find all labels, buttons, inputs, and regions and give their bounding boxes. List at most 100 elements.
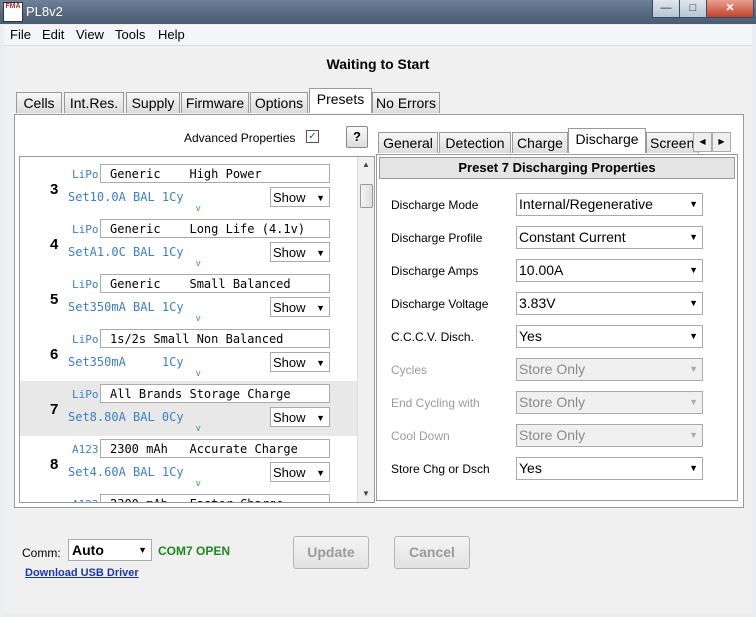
subtab-screen[interactable]: Screen: [646, 132, 699, 153]
menu-tools[interactable]: Tools: [115, 27, 145, 42]
preset-number: 5: [50, 291, 59, 308]
scroll-down-icon[interactable]: ▼: [358, 486, 374, 502]
preset-show-value: Show: [273, 190, 306, 205]
property-label: Discharge Profile: [391, 231, 483, 245]
close-icon[interactable]: ✕: [706, 0, 754, 18]
property-select: Store Only ▼: [516, 424, 703, 447]
comm-port-select[interactable]: Auto ▼: [68, 539, 152, 561]
preset-list[interactable]: 3 LiPo Generic High Power Set10.0A BAL 1Cy v…: [19, 156, 375, 503]
property-label: Discharge Amps: [391, 264, 479, 278]
property-select[interactable]: 3.83V ▼: [516, 292, 703, 315]
preset-number: 6: [50, 346, 59, 363]
preset-expand-icon[interactable]: v: [196, 423, 201, 433]
property-select[interactable]: Yes ▼: [516, 457, 703, 480]
preset-show-select[interactable]: Show ▼: [270, 187, 330, 207]
preset-show-value: Show: [273, 245, 306, 260]
preset-row[interactable]: 7 LiPo All Brands Storage Charge Set8.80A B…: [20, 381, 358, 436]
tab-no-errors[interactable]: No Errors: [372, 92, 440, 113]
preset-row[interactable]: 3 LiPo Generic High Power Set10.0A BAL 1Cy v…: [20, 161, 358, 216]
tab-options[interactable]: Options: [250, 92, 308, 113]
tab-cells[interactable]: Cells: [16, 92, 62, 113]
preset-row[interactable]: 4 LiPo Generic Long Life (4.1v) SetA1.0C BA…: [20, 216, 358, 271]
preset-number: 4: [50, 236, 59, 253]
menu-view[interactable]: View: [76, 27, 104, 42]
cancel-button[interactable]: Cancel: [394, 536, 470, 569]
chevron-down-icon: ▼: [138, 545, 147, 555]
menu-file[interactable]: File: [10, 27, 31, 42]
preset-show-select[interactable]: Show ▼: [270, 242, 330, 262]
preset-summary: Set10.0A BAL 1Cy: [68, 190, 184, 204]
preset-number: 8: [50, 456, 59, 473]
subtab-charge[interactable]: Charge: [512, 132, 568, 153]
preset-name[interactable]: 2300 mAh Accurate Charge: [100, 439, 330, 458]
preset-expand-icon[interactable]: v: [196, 368, 201, 378]
property-label: Discharge Voltage: [391, 297, 489, 311]
preset-chemistry: A123: [72, 443, 99, 456]
subtab-discharge[interactable]: Discharge: [568, 128, 646, 153]
status-title: Waiting to Start: [326, 56, 430, 72]
preset-chemistry: LiPo: [72, 388, 99, 401]
preset-row[interactable]: 8 A123 2300 mAh Accurate Charge Set4.60A BA…: [20, 436, 358, 491]
preset-summary: Set4.60A BAL 1Cy: [68, 465, 184, 479]
minimize-icon[interactable]: —: [652, 0, 680, 18]
maximize-icon[interactable]: □: [679, 0, 707, 18]
preset-expand-icon[interactable]: v: [196, 203, 201, 213]
preset-chemistry: LiPo: [72, 278, 99, 291]
preset-chemistry: LiPo: [72, 223, 99, 236]
comm-label: Comm:: [22, 546, 61, 560]
preset-name[interactable]: Generic Long Life (4.1v): [100, 219, 330, 238]
preset-list-scrollbar[interactable]: ▲ ▼: [357, 157, 374, 502]
preset-name[interactable]: All Brands Storage Charge: [100, 384, 330, 403]
preset-summary: SetA1.0C BAL 1Cy: [68, 245, 184, 259]
preset-expand-icon[interactable]: v: [196, 258, 201, 268]
comm-port-value: Auto: [72, 542, 104, 558]
preset-name[interactable]: Generic High Power: [100, 164, 330, 183]
tab-firmware[interactable]: Firmware: [181, 92, 249, 113]
property-label: Store Chg or Dsch: [391, 462, 490, 476]
property-value: Internal/Regenerative: [519, 196, 653, 212]
chevron-down-icon: ▼: [689, 463, 698, 473]
subtab-general[interactable]: General: [378, 132, 438, 153]
property-value: Yes: [519, 460, 542, 476]
chevron-down-icon: ▼: [316, 193, 325, 203]
scroll-thumb[interactable]: [360, 184, 373, 208]
presets-panel: Advanced Properties ✓ ? 3 LiPo Generic Hig…: [14, 114, 744, 508]
property-select: Store Only ▼: [516, 391, 703, 414]
property-label: Cycles: [391, 363, 428, 377]
advanced-properties-checkbox[interactable]: ✓: [306, 130, 319, 143]
property-select[interactable]: 10.00A ▼: [516, 259, 703, 282]
preset-name[interactable]: Generic Small Balanced: [100, 274, 330, 293]
preset-name[interactable]: 2300 mAh Faster Charge: [100, 494, 330, 502]
tab-presets[interactable]: Presets: [309, 88, 372, 113]
tab-int-res[interactable]: Int.Res.: [64, 92, 124, 113]
preset-expand-icon[interactable]: v: [196, 478, 201, 488]
menu-edit[interactable]: Edit: [42, 27, 64, 42]
preset-row[interactable]: A1232300 mAh Faster Charge: [20, 491, 358, 502]
preset-show-select[interactable]: Show ▼: [270, 297, 330, 317]
menu-help[interactable]: Help: [158, 27, 185, 42]
chevron-down-icon: ▼: [689, 430, 698, 440]
preset-show-select[interactable]: Show ▼: [270, 407, 330, 427]
property-label: Discharge Mode: [391, 198, 479, 212]
scroll-up-icon[interactable]: ▲: [358, 157, 374, 173]
property-select[interactable]: Internal/Regenerative ▼: [516, 193, 703, 216]
update-button[interactable]: Update: [293, 536, 369, 569]
property-select[interactable]: Yes ▼: [516, 325, 703, 348]
preset-row[interactable]: 5 LiPo Generic Small Balanced Set350mA BAL …: [20, 271, 358, 326]
property-value: 3.83V: [519, 295, 556, 311]
preset-name[interactable]: 1s/2s Small Non Balanced: [100, 329, 330, 348]
chevron-down-icon: ▼: [689, 265, 698, 275]
preset-row[interactable]: 6 LiPo 1s/2s Small Non Balanced Set350mA 1C…: [20, 326, 358, 381]
scroll-right-icon[interactable]: ▶: [712, 132, 731, 152]
download-usb-driver-link[interactable]: Download USB Driver: [25, 567, 139, 579]
preset-show-select[interactable]: Show ▼: [270, 352, 330, 372]
tab-supply[interactable]: Supply: [126, 92, 180, 113]
property-value: Yes: [519, 328, 542, 344]
help-button[interactable]: ?: [346, 126, 368, 148]
chevron-down-icon: ▼: [316, 413, 325, 423]
preset-expand-icon[interactable]: v: [196, 313, 201, 323]
subtab-detection[interactable]: Detection: [439, 132, 511, 153]
preset-show-select[interactable]: Show ▼: [270, 462, 330, 482]
scroll-left-icon[interactable]: ◀: [693, 132, 712, 152]
property-select[interactable]: Constant Current ▼: [516, 226, 703, 249]
